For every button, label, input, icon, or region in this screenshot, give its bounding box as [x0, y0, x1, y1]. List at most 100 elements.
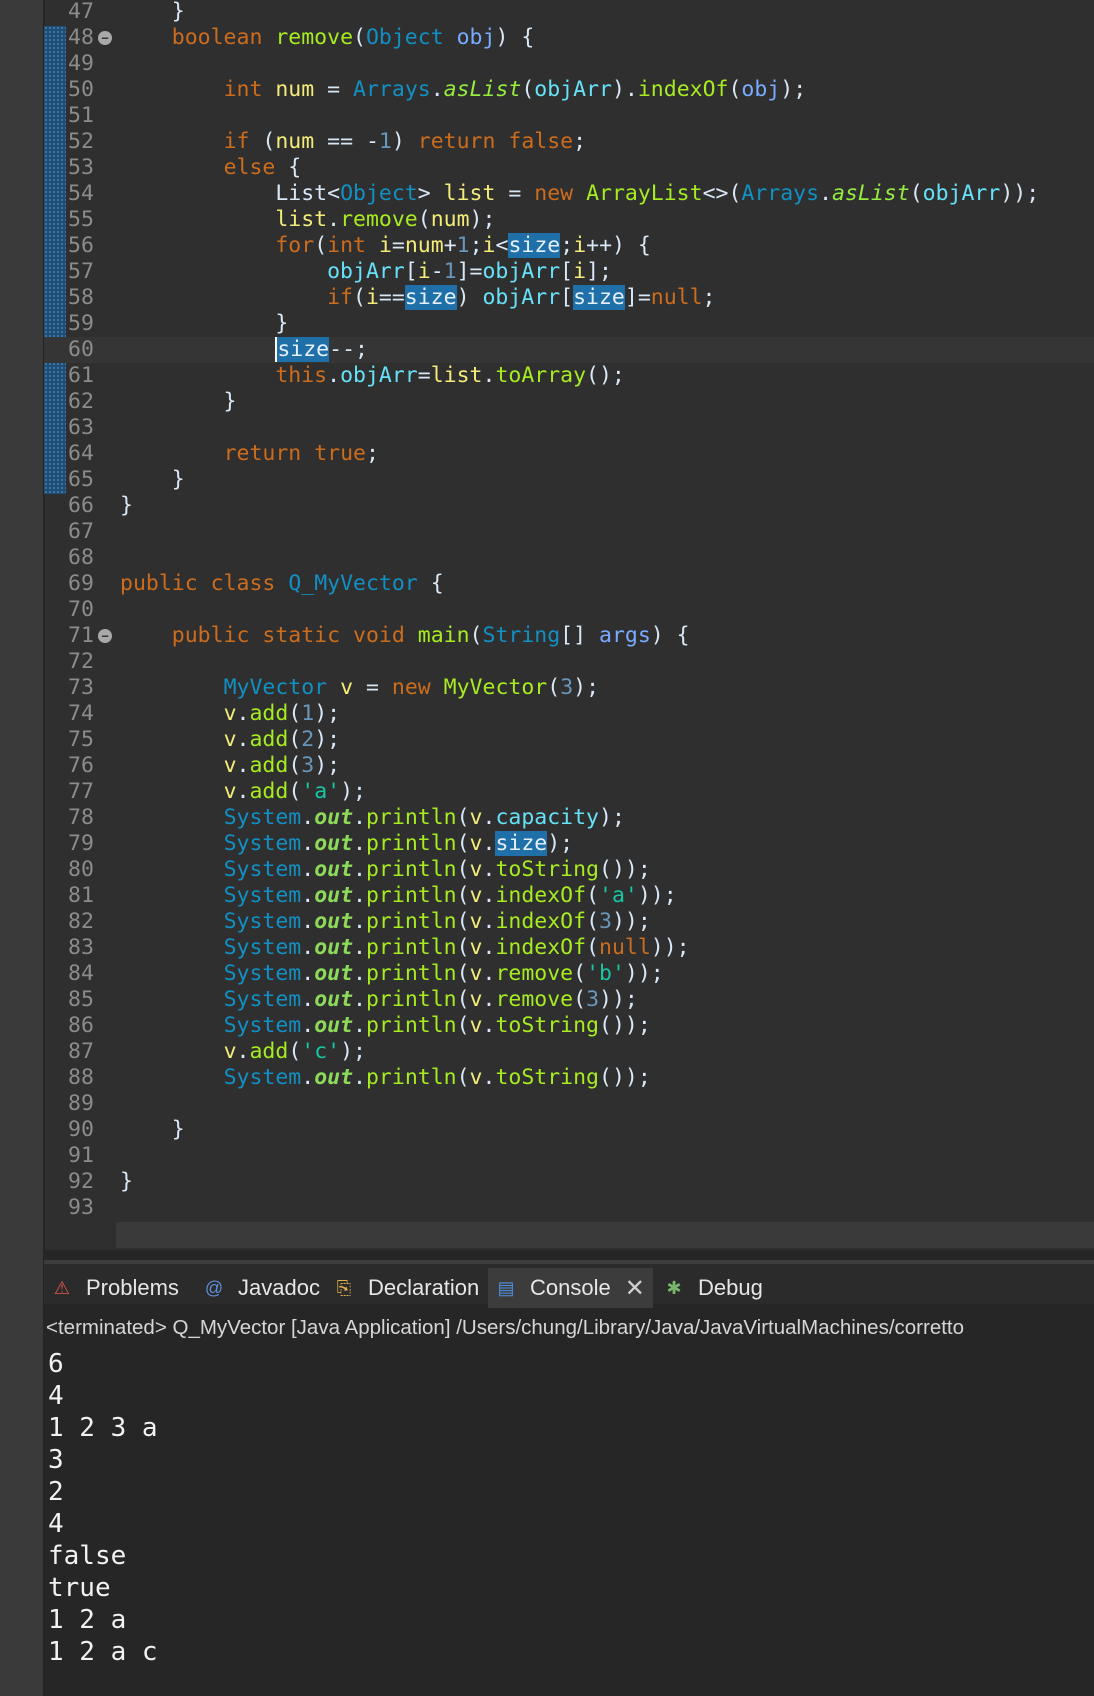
code-line[interactable]: 50 int num = Arrays.asList(objArr).index…	[44, 77, 1094, 103]
code-text: System.out.println(v.capacity);	[120, 805, 625, 831]
code-line[interactable]: 61 this.objArr=list.toArray();	[44, 363, 1094, 389]
code-token: .	[353, 987, 366, 1012]
code-token: println	[365, 1065, 457, 1090]
fold-toggle-icon[interactable]: −	[98, 31, 112, 45]
code-line[interactable]: 47 }	[44, 0, 1094, 25]
code-line[interactable]: 62 }	[44, 389, 1094, 415]
code-editor[interactable]: 47 } 48− boolean remove(Object obj) {49 50…	[0, 0, 1094, 1696]
code-token: );	[547, 831, 574, 856]
code-token: {	[417, 571, 444, 596]
code-line[interactable]: 87 v.add('c');	[44, 1039, 1094, 1065]
code-line[interactable]: 48− boolean remove(Object obj) {	[44, 25, 1094, 51]
code-line[interactable]: 85 System.out.println(v.remove(3));	[44, 987, 1094, 1013]
code-line[interactable]: 79 System.out.println(v.size);	[44, 831, 1094, 857]
code-line[interactable]: 71− public static void main(String[] arg…	[44, 623, 1094, 649]
code-line[interactable]: 56 for(int i=num+1;i<size;i++) {	[44, 233, 1094, 259]
code-token: .	[301, 883, 315, 908]
code-line[interactable]: 81 System.out.println(v.indexOf('a'));	[44, 883, 1094, 909]
code-line[interactable]: 89	[44, 1091, 1094, 1117]
code-token: (	[314, 233, 328, 258]
code-line[interactable]: 84 System.out.println(v.remove('b'));	[44, 961, 1094, 987]
code-line[interactable]: 53 else {	[44, 155, 1094, 181]
code-line[interactable]: 65 }	[44, 467, 1094, 493]
close-icon[interactable]: ✕	[625, 1274, 645, 1303]
code-line[interactable]: 60 size--;	[44, 337, 1094, 363]
code-token: }	[120, 467, 185, 492]
line-number: 67	[68, 519, 94, 544]
horizontal-scrollbar[interactable]	[116, 1222, 1094, 1248]
code-line[interactable]: 90 }	[44, 1117, 1094, 1143]
code-text: }	[120, 493, 133, 519]
code-token: v	[469, 961, 483, 986]
code-token: null	[650, 285, 703, 310]
code-line[interactable]: 72	[44, 649, 1094, 675]
tab-console[interactable]: ▤ Console ✕	[488, 1268, 653, 1308]
code-line[interactable]: 82 System.out.println(v.indexOf(3));	[44, 909, 1094, 935]
code-token: true	[314, 441, 366, 466]
code-line[interactable]: 69 public class Q_MyVector {	[44, 571, 1094, 597]
code-line[interactable]: 54 List<Object> list = new ArrayList<>(A…	[44, 181, 1094, 207]
code-token: out	[314, 987, 354, 1012]
code-token: indexOf	[637, 77, 729, 102]
console-output[interactable]: 641 2 3 a 3 2 4 false true 1 2 a1 2 a c	[48, 1348, 1088, 1668]
code-line[interactable]: 55 list.remove(num);	[44, 207, 1094, 233]
code-token: i	[573, 259, 587, 284]
code-token: [	[560, 259, 574, 284]
code-line[interactable]: 70	[44, 597, 1094, 623]
code-line[interactable]: 83 System.out.println(v.indexOf(null));	[44, 935, 1094, 961]
code-line[interactable]: 74 v.add(1);	[44, 701, 1094, 727]
code-text: v.add(2);	[120, 727, 341, 753]
code-token: add	[249, 727, 289, 752]
code-token: System	[223, 831, 302, 856]
code-line[interactable]: 67	[44, 519, 1094, 545]
code-token: indexOf	[495, 935, 587, 960]
code-line[interactable]: 75 v.add(2);	[44, 727, 1094, 753]
code-line[interactable]: 51	[44, 103, 1094, 129]
console-output-line: 2	[48, 1477, 64, 1507]
code-token: public	[171, 623, 250, 648]
code-token: );	[314, 727, 341, 752]
code-line[interactable]: 64 return true;	[44, 441, 1094, 467]
tab-declaration[interactable]: ⎘ Declaration	[326, 1268, 487, 1308]
code-line[interactable]: 58 if(i==size) objArr[size]=null;	[44, 285, 1094, 311]
code-text: list.remove(num);	[120, 207, 495, 233]
code-token: asList	[832, 181, 910, 206]
code-token: <>(	[702, 181, 742, 206]
code-line[interactable]: 93	[44, 1195, 1094, 1221]
code-line[interactable]: 76 v.add(3);	[44, 753, 1094, 779]
code-token: .	[482, 909, 496, 934]
code-line[interactable]: 86 System.out.println(v.toString());	[44, 1013, 1094, 1039]
code-token: .	[301, 805, 315, 830]
tab-javadoc[interactable]: @ Javadoc	[196, 1268, 328, 1308]
code-line[interactable]: 66}	[44, 493, 1094, 519]
code-token: v	[469, 987, 483, 1012]
code-line[interactable]: 92}	[44, 1169, 1094, 1195]
code-text: this.objArr=list.toArray();	[120, 363, 625, 389]
code-line[interactable]: 49	[44, 51, 1094, 77]
code-text: return true;	[120, 441, 379, 467]
code-token: size	[508, 233, 561, 258]
code-line[interactable]: 52 if (num == -1) return false;	[44, 129, 1094, 155]
fold-toggle-icon[interactable]: −	[98, 629, 112, 643]
code-line[interactable]: 78 System.out.println(v.capacity);	[44, 805, 1094, 831]
code-line[interactable]: 63	[44, 415, 1094, 441]
code-line[interactable]: 80 System.out.println(v.toString());	[44, 857, 1094, 883]
code-line[interactable]: 68	[44, 545, 1094, 571]
code-line[interactable]: 57 objArr[i-1]=objArr[i];	[44, 259, 1094, 285]
code-line[interactable]: 77 v.add('a');	[44, 779, 1094, 805]
code-token: ]=	[456, 259, 483, 284]
tab-problems[interactable]: ⚠ Problems	[44, 1268, 187, 1308]
code-line[interactable]: 59 }	[44, 311, 1094, 337]
code-line[interactable]: 73 MyVector v = new MyVector(3);	[44, 675, 1094, 701]
code-token: .	[353, 1065, 366, 1090]
code-line[interactable]: 88 System.out.println(v.toString());	[44, 1065, 1094, 1091]
code-line[interactable]: 91	[44, 1143, 1094, 1169]
tab-debug[interactable]: ✱ Debug	[656, 1268, 771, 1308]
